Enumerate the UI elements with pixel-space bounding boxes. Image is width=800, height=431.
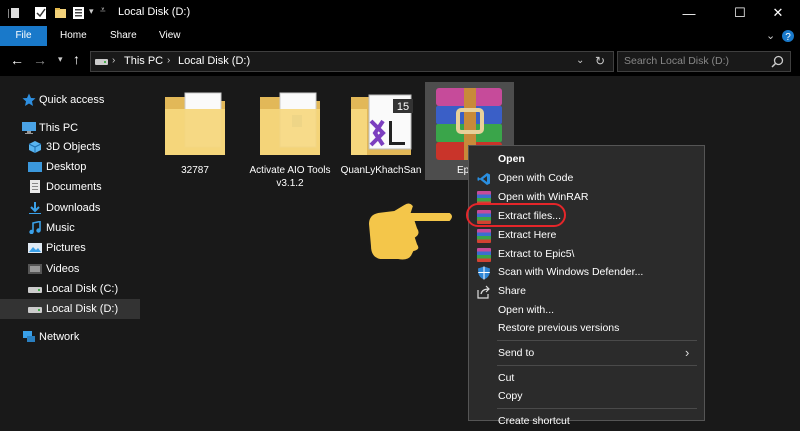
nav-item-this-pc[interactable]: This PC [0,118,140,138]
menu-item-extract-to[interactable]: Extract to Epic5\ [469,245,704,264]
breadcrumb-this-pc[interactable]: This PC [124,55,163,67]
forward-arrow-icon[interactable]: → [33,52,47,68]
menu-item-open-with[interactable]: Open with... [469,301,704,320]
nav-item-local-disk-c[interactable]: Local Disk (C:) [0,279,140,299]
folder-options-icon[interactable] [72,6,84,19]
menu-item-copy[interactable]: Copy [469,387,704,406]
pc-icon [22,122,36,134]
address-row: ← → ▾ ↑ › This PC › Local Disk (D:) ⌄ ↻ … [0,46,800,76]
svg-text:?: ? [785,32,791,43]
menu-item-open-with-code[interactable]: Open with Code [469,169,704,188]
file-label: 32787 [181,165,209,176]
breadcrumb-local-disk[interactable]: Local Disk (D:) [178,55,250,67]
new-folder-icon[interactable] [54,6,66,19]
menu-item-restore-previous-versions[interactable]: Restore previous versions [469,319,704,338]
minimize-button[interactable]: — [667,2,711,24]
refresh-icon[interactable]: ↻ [595,54,605,68]
menu-item-share[interactable]: Share [469,282,704,301]
desktop-icon [28,162,42,172]
music-icon [29,221,41,234]
address-bar[interactable]: › This PC › Local Disk (D:) ⌄ ↻ [90,51,614,72]
drive-icon [28,307,42,313]
highlight-ring [466,203,566,227]
menu-item-scan-defender[interactable]: Scan with Windows Defender... [469,263,704,282]
folder-icon [165,92,225,155]
nav-item-local-disk-d[interactable]: Local Disk (D:) [0,299,140,319]
nav-item-network[interactable]: Network [0,327,140,347]
quick-access-separator-icon [8,8,19,18]
help-icon[interactable]: ? [781,29,795,43]
videos-icon [28,264,42,274]
star-icon [22,93,36,106]
menu-item-create-shortcut[interactable]: Create shortcut [469,412,704,431]
recent-locations-icon[interactable]: ▾ [58,54,63,65]
search-input[interactable]: Search Local Disk (D:) [617,51,791,72]
title-bar: ▾ ⩡ Local Disk (D:) — ☐ ✕ [0,0,800,26]
vscode-icon [477,173,490,185]
svg-text:15: 15 [397,101,409,113]
back-arrow-icon[interactable]: ← [10,52,24,68]
winrar-icon [477,229,491,243]
breadcrumb-separator-icon: › [167,55,171,66]
nav-item-videos[interactable]: Videos [0,259,140,279]
menu-item-extract-here[interactable]: Extract Here [469,226,704,245]
drive-icon [28,287,42,293]
context-menu: Open Open with Code Open with WinRAR Ext… [468,145,705,427]
chevron-right-icon: › [685,345,690,360]
menu-item-send-to[interactable]: Send to › [469,344,704,363]
menu-separator [497,408,697,409]
properties-icon[interactable] [34,6,46,19]
menu-item-cut[interactable]: Cut [469,369,704,388]
menu-separator [497,365,697,366]
nav-item-documents[interactable]: Documents [0,177,140,197]
pictures-icon [28,243,42,253]
breadcrumb-separator-icon: › [112,55,116,66]
tab-view[interactable]: View [159,26,181,46]
navigation-pane: Quick access This PC 3D Objects Desktop … [0,76,140,421]
folder-icon [260,92,320,155]
ribbon-tabs: File Home Share View ⌄ ? [0,26,800,46]
menu-separator [497,340,697,341]
nav-item-music[interactable]: Music [0,218,140,238]
nav-item-pictures[interactable]: Pictures [0,238,140,258]
documents-icon [30,180,40,193]
cube-icon [28,141,42,153]
customize-toolbar-icon[interactable]: ⩡ [100,5,106,16]
download-icon [29,202,41,214]
menu-item-open[interactable]: Open [469,150,704,169]
nav-item-quick-access[interactable]: Quick access [0,90,140,110]
file-label: QuanLyKhachSan [340,165,422,176]
search-placeholder: Search Local Disk (D:) [624,55,730,67]
quick-access-dropdown-icon[interactable]: ▾ [89,6,94,17]
winrar-icon [477,248,491,262]
close-button[interactable]: ✕ [756,2,800,24]
tab-file[interactable]: File [0,26,47,46]
nav-item-downloads[interactable]: Downloads [0,198,140,218]
file-item[interactable]: Activate AIO Tools v3.1.2 [248,86,332,196]
drive-icon [95,59,108,65]
folder-icon: 15 [351,94,413,155]
nav-item-3d-objects[interactable]: 3D Objects [0,137,140,157]
tab-home[interactable]: Home [60,26,87,46]
file-item[interactable]: 32787 [153,86,237,196]
up-arrow-icon[interactable]: ↑ [73,51,80,67]
address-dropdown-icon[interactable]: ⌄ [576,55,584,66]
network-icon [23,331,35,342]
pointing-hand-icon [366,201,454,262]
search-icon [771,55,784,68]
file-item[interactable]: 15 QuanLyKhachSan [339,86,423,196]
tab-share[interactable]: Share [110,26,137,46]
share-icon [477,285,490,299]
nav-item-desktop[interactable]: Desktop [0,157,140,177]
file-label: Activate AIO Tools v3.1.2 [249,165,331,189]
defender-icon [478,266,490,280]
window-title: Local Disk (D:) [118,6,191,18]
chevron-down-icon[interactable]: ⌄ [766,29,775,42]
